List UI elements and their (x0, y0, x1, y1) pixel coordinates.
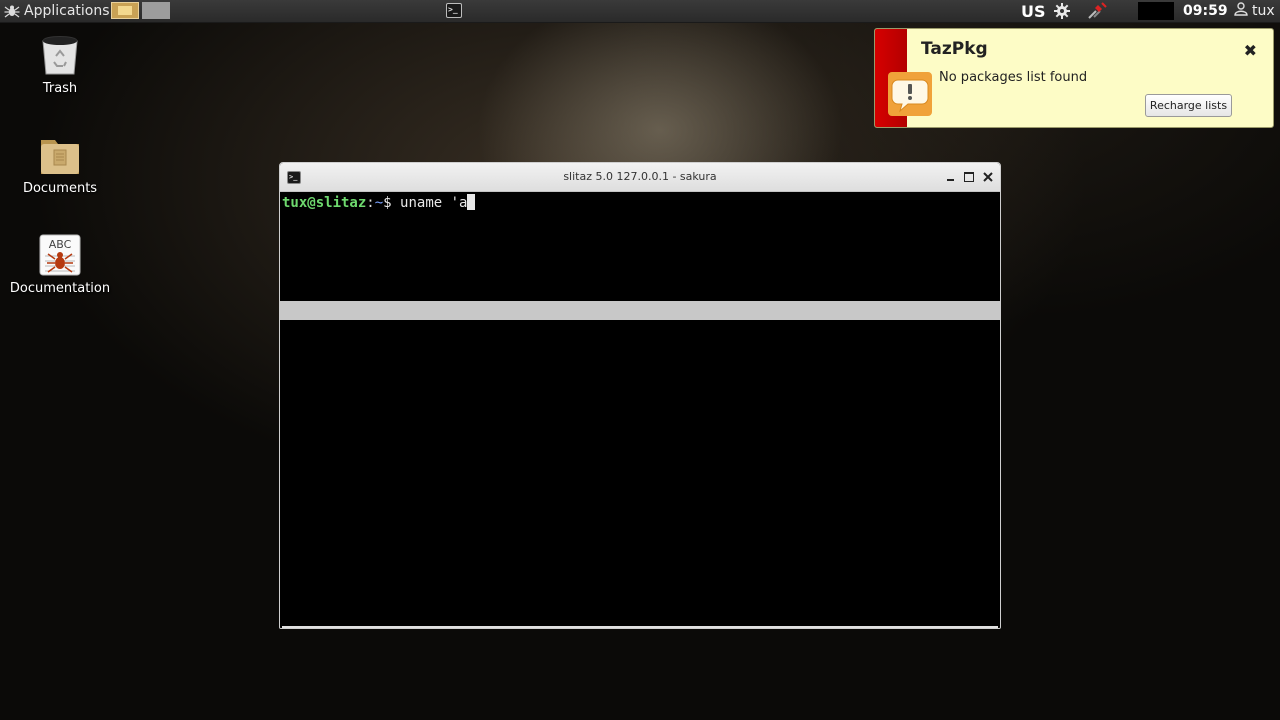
tray-blank-area (1138, 2, 1174, 20)
warning-bubble-icon (888, 72, 932, 116)
settings-gear-icon[interactable] (1053, 0, 1071, 22)
maximize-button[interactable] (961, 169, 977, 185)
prompt-user-host: tux@slitaz (282, 195, 367, 211)
applications-menu-button[interactable]: Applications (0, 0, 114, 22)
desktop-icon-label: Trash (42, 81, 78, 96)
slitaz-spider-icon (4, 3, 20, 19)
desktop-icon-documentation[interactable]: ABC Documentation (5, 234, 115, 296)
user-icon (1234, 2, 1248, 20)
text-cursor (467, 194, 476, 210)
typed-command: uname 'a (400, 195, 468, 211)
folder-icon (39, 134, 81, 176)
terminal-taskbar-icon[interactable]: >_ (446, 3, 462, 18)
network-disconnected-icon[interactable] (1086, 0, 1108, 22)
window-titlebar[interactable]: >_ slitaz 5.0 127.0.0.1 - sakura (280, 163, 1000, 192)
keyboard-layout-indicator[interactable]: US (1021, 0, 1046, 22)
window-title: slitaz 5.0 127.0.0.1 - sakura (563, 170, 717, 183)
clock[interactable]: 09:59 (1183, 0, 1228, 22)
desktop-icon-trash[interactable]: Trash (5, 34, 115, 96)
close-button[interactable] (980, 169, 996, 185)
notification-close-icon[interactable]: ✖ (1244, 41, 1257, 60)
close-icon (983, 172, 993, 182)
terminal-window: >_ slitaz 5.0 127.0.0.1 - sakura tux@sli… (279, 162, 1001, 629)
tazpkg-notification: TazPkg No packages list found ✖ Recharge… (874, 28, 1274, 128)
prompt-colon: : (366, 195, 375, 211)
user-name: tux (1252, 3, 1275, 19)
notification-title: TazPkg (921, 39, 988, 59)
terminal-bottom-edge (282, 626, 998, 628)
notification-message: No packages list found (939, 70, 1088, 85)
minimize-button[interactable] (943, 169, 959, 185)
terminal-prompt-line: tux@slitaz:~$ uname 'a (282, 194, 476, 211)
trash-icon (39, 34, 81, 76)
applications-label: Applications (24, 3, 110, 19)
prompt-path: ~ (374, 195, 384, 211)
desktop-icon-label: Documents (22, 181, 98, 196)
documentation-badge: ABC (48, 238, 72, 251)
prompt-symbol: $ (383, 195, 401, 211)
desktop-icon-label: Documentation (9, 281, 111, 296)
desktop-icon-documents[interactable]: Documents (5, 134, 115, 196)
terminal-screen[interactable]: tux@slitaz:~$ uname 'a (280, 192, 1000, 628)
workspace-1-button[interactable] (111, 2, 139, 19)
workspace-2-button[interactable] (142, 2, 170, 19)
user-menu[interactable]: tux (1234, 0, 1275, 22)
highlight-bar (280, 301, 1000, 320)
recharge-lists-button[interactable]: Recharge lists (1145, 94, 1232, 117)
documentation-spider-icon: ABC (39, 234, 81, 276)
top-panel: Applications >_ US 09:59 tux (0, 0, 1280, 23)
